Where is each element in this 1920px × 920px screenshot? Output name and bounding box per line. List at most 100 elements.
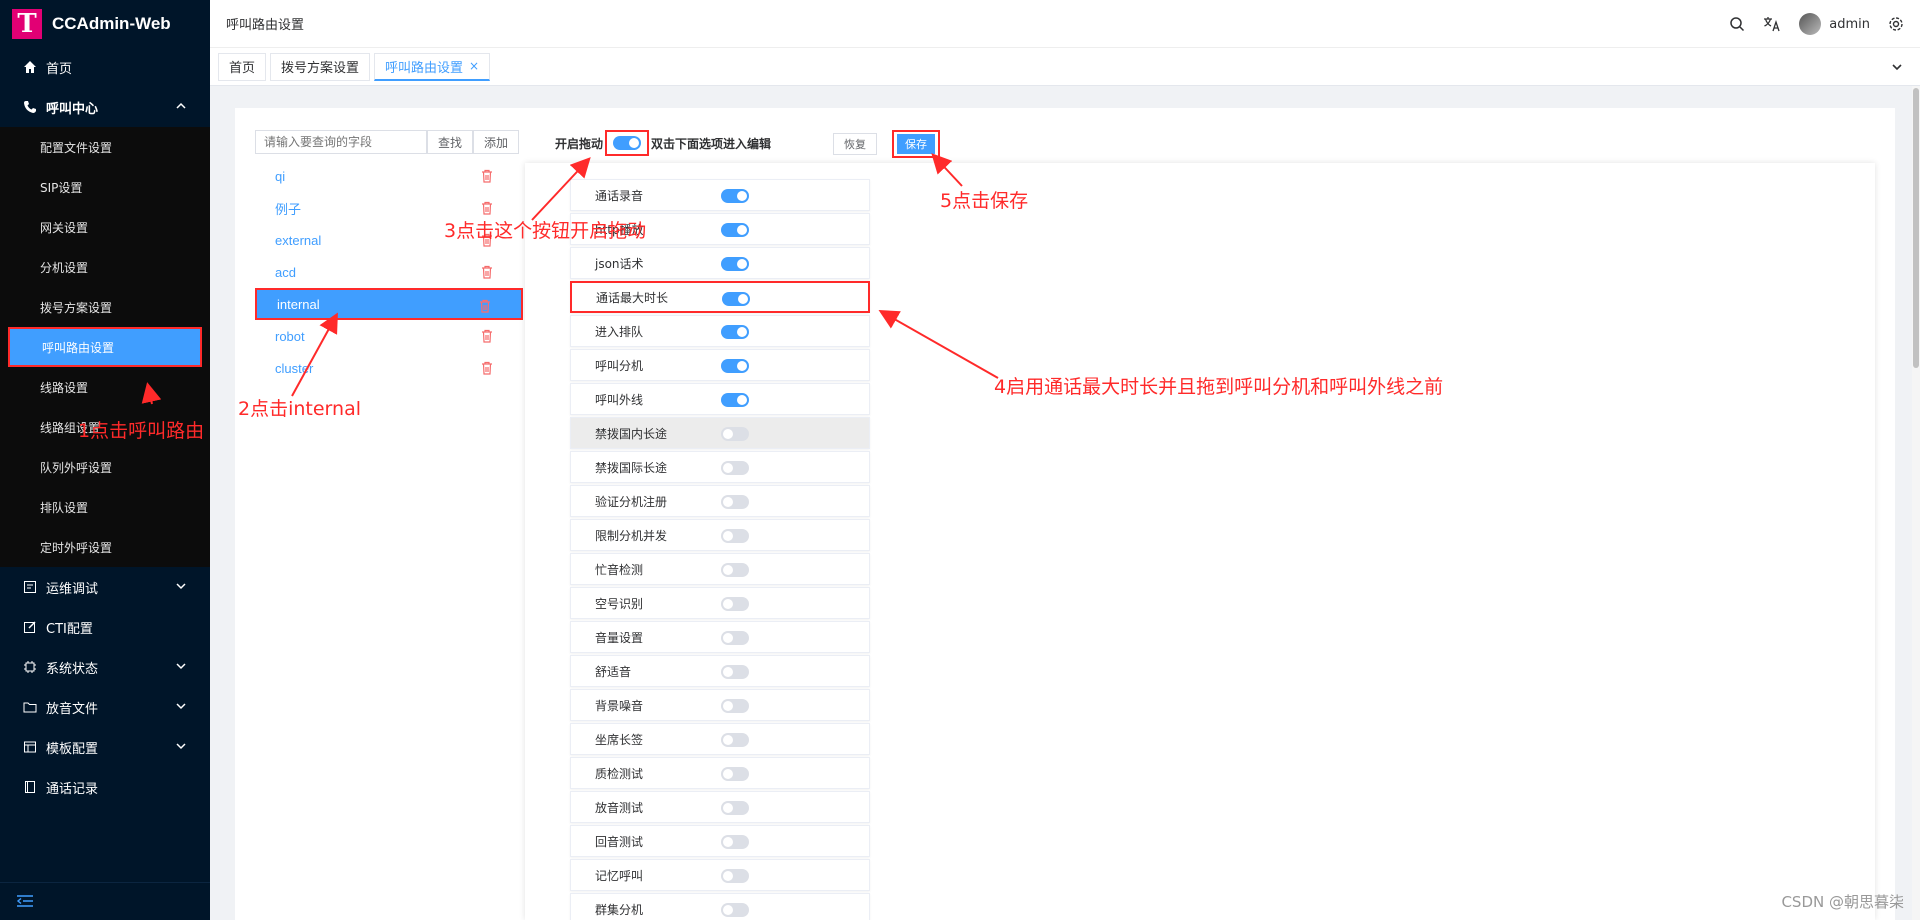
option-row[interactable]: 通话录音 (570, 179, 870, 211)
search-button[interactable]: 查找 (427, 130, 474, 154)
sidebar-item-home[interactable]: 首页 (0, 47, 210, 87)
route-search-input[interactable] (255, 130, 427, 154)
sidebar-item-label: CTI配置 (46, 621, 93, 637)
option-switch[interactable] (721, 189, 749, 203)
option-row[interactable]: 舒适音 (570, 655, 870, 687)
option-row[interactable]: 通话最大时长 (570, 281, 870, 313)
option-switch[interactable] (721, 733, 749, 747)
trash-icon[interactable] (479, 299, 491, 313)
list-item[interactable]: robot (255, 320, 523, 352)
option-row[interactable]: 禁拨国际长途 (570, 451, 870, 483)
tab-dialplan[interactable]: 拨号方案设置 (270, 52, 371, 81)
list-item-active[interactable]: internal (255, 288, 523, 320)
sidebar-item-line[interactable]: 线路设置 (0, 367, 210, 407)
sidebar-item-system-status[interactable]: 系统状态 (0, 647, 210, 687)
sidebar-item-extension[interactable]: 分机设置 (0, 247, 210, 287)
option-switch[interactable] (721, 563, 749, 577)
sidebar-item-call-center[interactable]: 呼叫中心 (0, 87, 210, 127)
option-row[interactable]: json话术 (570, 247, 870, 279)
option-row[interactable]: 质检测试 (570, 757, 870, 789)
list-item[interactable]: cluster (255, 352, 523, 384)
trash-icon[interactable] (481, 201, 493, 215)
option-row[interactable]: 群集分机 (570, 893, 870, 920)
sidebar-item-queue-outbound[interactable]: 队列外呼设置 (0, 447, 210, 487)
sidebar-item-audio-files[interactable]: 放音文件 (0, 687, 210, 727)
trash-icon[interactable] (481, 265, 493, 279)
list-item[interactable]: qi (255, 160, 523, 192)
option-label: 质检测试 (595, 766, 644, 781)
option-switch[interactable] (721, 597, 749, 611)
option-switch[interactable] (721, 631, 749, 645)
page-scrollbar[interactable] (1912, 86, 1920, 920)
option-switch[interactable] (721, 699, 749, 713)
scrollbar-thumb[interactable] (1913, 88, 1919, 368)
option-switch[interactable] (721, 325, 749, 339)
sidebar-item-ops-debug[interactable]: 运维调试 (0, 567, 210, 607)
translate-icon[interactable] (1763, 16, 1781, 32)
tab-home[interactable]: 首页 (218, 52, 267, 81)
save-button[interactable]: 保存 (897, 134, 935, 154)
sidebar-item-templates[interactable]: 模板配置 (0, 727, 210, 767)
tab-call-routing[interactable]: 呼叫路由设置 × (374, 52, 491, 81)
debug-icon (22, 579, 38, 595)
chevron-down-icon[interactable] (1890, 60, 1904, 74)
sidebar-item-call-routing[interactable]: 呼叫路由设置 (8, 327, 202, 367)
option-row[interactable]: 坐席长签 (570, 723, 870, 755)
add-button[interactable]: 添加 (473, 130, 520, 154)
option-row[interactable]: 禁拨国内长途 (570, 417, 870, 449)
annotation-step4: 4启用通话最大时长并且拖到呼叫分机和呼叫外线之前 (994, 376, 1444, 398)
sidebar-item-gateway[interactable]: 网关设置 (0, 207, 210, 247)
option-row[interactable]: 呼叫外线 (570, 383, 870, 415)
search-icon[interactable] (1729, 16, 1745, 32)
option-switch[interactable] (721, 801, 749, 815)
logo[interactable]: T CCAdmin-Web (0, 0, 210, 47)
sidebar-item-sip[interactable]: SIP设置 (0, 167, 210, 207)
option-switch[interactable] (721, 767, 749, 781)
collapse-menu-icon[interactable] (16, 894, 34, 908)
close-icon[interactable]: × (469, 59, 479, 73)
restore-button[interactable]: 恢复 (833, 133, 877, 155)
sidebar-item-profile[interactable]: 配置文件设置 (0, 127, 210, 167)
option-row[interactable]: 背景噪音 (570, 689, 870, 721)
option-switch[interactable] (721, 223, 749, 237)
option-label: 限制分机并发 (595, 528, 668, 543)
option-switch[interactable] (721, 869, 749, 883)
option-row[interactable]: 记忆呼叫 (570, 859, 870, 891)
annotation-step5: 5点击保存 (940, 190, 1029, 212)
option-switch[interactable] (721, 665, 749, 679)
sidebar-item-call-records[interactable]: 通话记录 (0, 767, 210, 807)
option-label: 音量设置 (595, 630, 644, 645)
option-row[interactable]: 限制分机并发 (570, 519, 870, 551)
option-row[interactable]: 放音测试 (570, 791, 870, 823)
option-switch[interactable] (721, 257, 749, 271)
list-item[interactable]: acd (255, 256, 523, 288)
option-row[interactable]: 呼叫分机 (570, 349, 870, 381)
trash-icon[interactable] (481, 329, 493, 343)
user-menu[interactable]: admin (1799, 13, 1870, 35)
option-switch[interactable] (721, 359, 749, 373)
option-row[interactable]: 回音测试 (570, 825, 870, 857)
option-switch[interactable] (721, 495, 749, 509)
option-switch[interactable] (722, 292, 750, 306)
route-name: 例子 (275, 201, 302, 217)
option-row[interactable]: 进入排队 (570, 315, 870, 347)
option-row[interactable]: 空号识别 (570, 587, 870, 619)
option-switch[interactable] (721, 427, 749, 441)
option-row[interactable]: 忙音检测 (570, 553, 870, 585)
sidebar-item-queue[interactable]: 排队设置 (0, 487, 210, 527)
enable-drag-switch[interactable] (613, 136, 642, 150)
option-row[interactable]: 音量设置 (570, 621, 870, 653)
option-switch[interactable] (721, 393, 749, 407)
option-row[interactable]: 验证分机注册 (570, 485, 870, 517)
sidebar-item-scheduled-outbound[interactable]: 定时外呼设置 (0, 527, 210, 567)
option-switch[interactable] (721, 529, 749, 543)
option-switch[interactable] (721, 835, 749, 849)
trash-icon[interactable] (481, 361, 493, 375)
sidebar-item-dialplan[interactable]: 拨号方案设置 (0, 287, 210, 327)
breadcrumb: 呼叫路由设置 (226, 18, 305, 33)
trash-icon[interactable] (481, 169, 493, 183)
sidebar-item-cti[interactable]: CTI配置 (0, 607, 210, 647)
option-switch[interactable] (721, 461, 749, 475)
option-switch[interactable] (721, 903, 749, 917)
gear-icon[interactable] (1888, 16, 1904, 32)
